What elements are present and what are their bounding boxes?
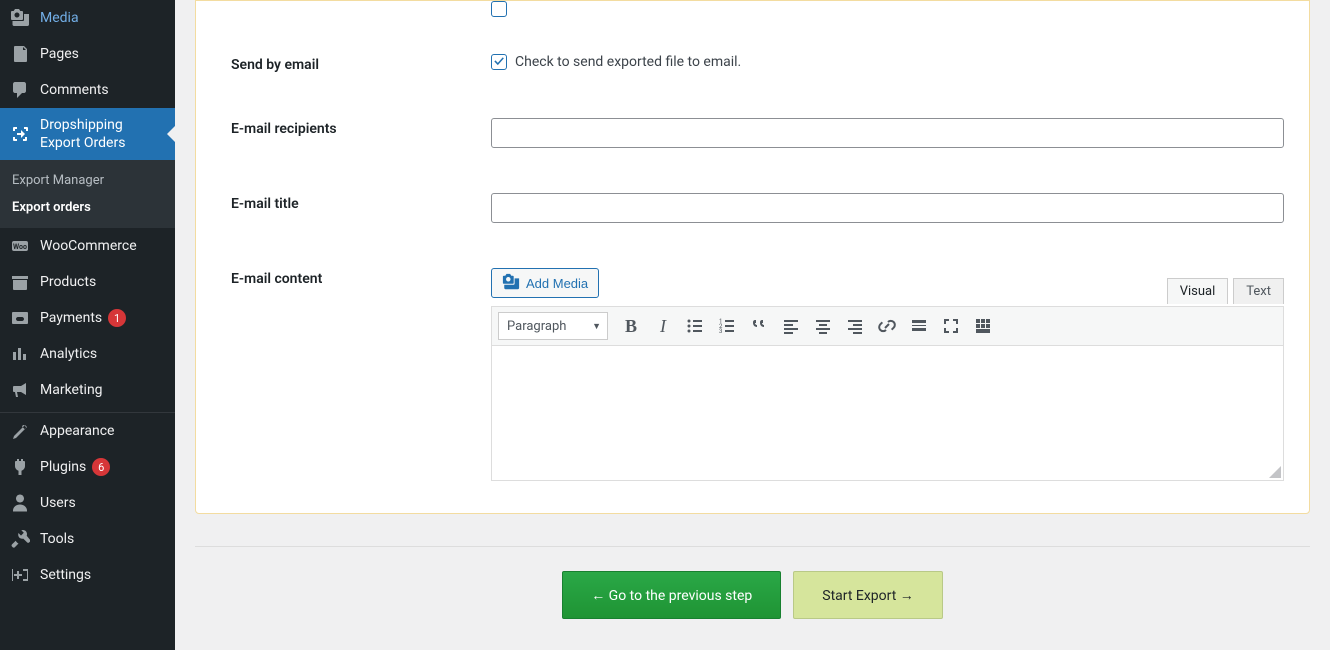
comments-icon — [10, 80, 30, 100]
plugins-badge: 6 — [92, 458, 110, 476]
sidebar-item-marketing[interactable]: Marketing — [0, 372, 175, 408]
email-content-label: E-mail content — [231, 253, 491, 287]
sidebar-item-appearance[interactable]: Appearance — [0, 413, 175, 449]
settings-icon — [10, 565, 30, 585]
sidebar-item-label: Media — [40, 10, 79, 26]
add-media-icon — [502, 273, 520, 294]
pages-icon — [10, 44, 30, 64]
toolbar-toggle-button[interactable] — [968, 311, 998, 341]
sidebar-item-media[interactable]: Media — [0, 0, 175, 36]
sidebar-item-label: Marketing — [40, 382, 103, 398]
italic-button[interactable]: I — [648, 311, 678, 341]
sidebar-item-label: Tools — [40, 531, 74, 547]
send-by-email-help: Check to send exported file to email. — [515, 54, 741, 70]
sidebar-item-label: Dropshipping Export Orders — [40, 116, 165, 152]
sidebar-item-label: WooCommerce — [40, 238, 137, 254]
sidebar-item-users[interactable]: Users — [0, 485, 175, 521]
marketing-icon — [10, 380, 30, 400]
plugins-icon — [10, 457, 30, 477]
resize-handle-icon[interactable] — [1269, 466, 1281, 478]
sidebar-item-plugins[interactable]: Plugins 6 — [0, 449, 175, 485]
sidebar-item-label: Users — [40, 495, 76, 511]
sidebar-item-label: Pages — [40, 46, 79, 62]
export-settings-panel: Send by email Check to send exported fil… — [195, 0, 1310, 514]
editor-tab-text[interactable]: Text — [1233, 278, 1284, 304]
align-center-button[interactable] — [808, 311, 838, 341]
blockquote-button[interactable] — [744, 311, 774, 341]
sidebar-item-comments[interactable]: Comments — [0, 72, 175, 108]
align-left-button[interactable] — [776, 311, 806, 341]
sidebar-item-label: Appearance — [40, 423, 114, 439]
send-by-email-label: Send by email — [231, 39, 491, 73]
sidebar-submenu-dropshipping: Export Manager Export orders — [0, 160, 175, 228]
numbered-list-button[interactable]: 123 — [712, 311, 742, 341]
users-icon — [10, 493, 30, 513]
email-recipients-input[interactable] — [491, 118, 1284, 148]
sidebar-item-settings[interactable]: Settings — [0, 557, 175, 593]
email-recipients-label: E-mail recipients — [231, 103, 491, 137]
sidebar-item-woocommerce[interactable]: Woo WooCommerce — [0, 228, 175, 264]
sidebar-item-label: Payments — [40, 310, 102, 326]
svg-text:3: 3 — [719, 328, 722, 335]
email-title-label: E-mail title — [231, 178, 491, 212]
footer-actions: ← Go to the previous step Start Export → — [195, 546, 1310, 619]
link-button[interactable] — [872, 311, 902, 341]
sidebar-item-dropshipping[interactable]: Dropshipping Export Orders — [0, 108, 175, 160]
svg-text:Woo: Woo — [13, 243, 27, 251]
export-icon — [10, 124, 30, 144]
send-by-email-checkbox[interactable] — [491, 54, 507, 70]
sidebar-item-label: Products — [40, 274, 96, 290]
sidebar-item-tools[interactable]: Tools — [0, 521, 175, 557]
editor-toolbar: Paragraph B I 123 — [491, 306, 1284, 346]
submenu-item-export-manager[interactable]: Export Manager — [0, 167, 175, 194]
fullscreen-button[interactable] — [936, 311, 966, 341]
payments-badge: 1 — [108, 309, 126, 327]
products-icon — [10, 272, 30, 292]
woocommerce-icon: Woo — [10, 236, 30, 256]
editor-textarea[interactable] — [491, 346, 1284, 481]
sidebar-item-pages[interactable]: Pages — [0, 36, 175, 72]
sidebar-item-products[interactable]: Products — [0, 264, 175, 300]
sidebar-item-label: Comments — [40, 82, 109, 98]
sidebar-item-label: Plugins — [40, 459, 86, 475]
editor-tab-visual[interactable]: Visual — [1167, 278, 1229, 304]
sidebar-item-payments[interactable]: Payments 1 — [0, 300, 175, 336]
bullet-list-button[interactable] — [680, 311, 710, 341]
wysiwyg-editor: Visual Text Paragraph B I — [491, 306, 1284, 481]
previous-step-button[interactable]: ← Go to the previous step — [562, 571, 781, 619]
tools-icon — [10, 529, 30, 549]
format-dropdown[interactable]: Paragraph — [498, 312, 608, 340]
sidebar-item-label: Analytics — [40, 346, 97, 362]
payments-icon — [10, 308, 30, 328]
sidebar-item-analytics[interactable]: Analytics — [0, 336, 175, 372]
analytics-icon — [10, 344, 30, 364]
add-media-label: Add Media — [526, 276, 588, 291]
admin-sidebar: Media Pages Comments Dropshipping Export… — [0, 0, 175, 650]
add-media-button[interactable]: Add Media — [491, 268, 599, 298]
align-right-button[interactable] — [840, 311, 870, 341]
media-icon — [10, 8, 30, 28]
bold-button[interactable]: B — [616, 311, 646, 341]
truncated-checkbox[interactable] — [491, 1, 507, 17]
main-content: Send by email Check to send exported fil… — [175, 0, 1330, 650]
read-more-button[interactable] — [904, 311, 934, 341]
email-title-input[interactable] — [491, 193, 1284, 223]
submenu-item-export-orders[interactable]: Export orders — [0, 194, 175, 221]
start-export-button[interactable]: Start Export → — [793, 571, 943, 619]
appearance-icon — [10, 421, 30, 441]
sidebar-item-label: Settings — [40, 567, 91, 583]
